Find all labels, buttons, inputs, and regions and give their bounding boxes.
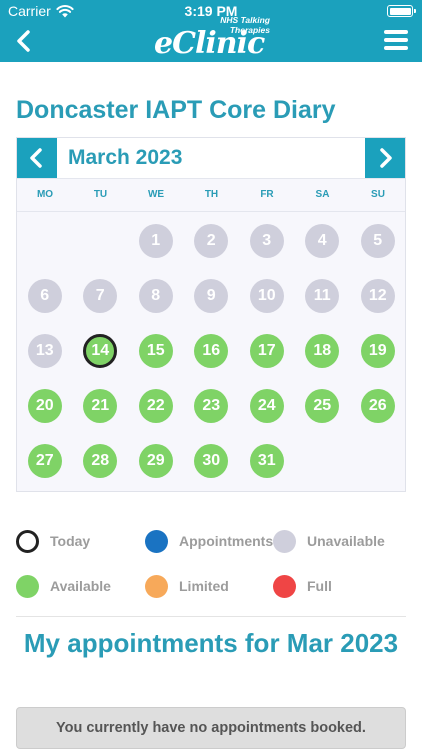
calendar-day-21[interactable]: 21 — [83, 389, 118, 423]
calendar-day-23[interactable]: 23 — [194, 389, 229, 423]
calendar-day-16[interactable]: 16 — [194, 334, 229, 368]
section-divider — [16, 616, 406, 617]
limited-dot-icon — [145, 575, 168, 598]
chevron-right-icon — [380, 148, 392, 168]
calendar-day-19[interactable]: 19 — [360, 334, 395, 368]
calendar-day-11: 11 — [305, 279, 340, 313]
previous-month-button[interactable] — [17, 138, 57, 178]
calendar-day-14[interactable]: 14 — [83, 334, 118, 368]
logo-subtitle-line2: Therapies — [229, 25, 270, 35]
calendar: March 2023 MO TU WE TH FR SA SU 1 2 3 4 5 6 7 8 9 10 11 1… — [16, 137, 406, 492]
weekday-label: TH — [204, 189, 219, 200]
battery-icon — [387, 5, 416, 17]
app-header: Carrier 3:19 PM eClinic NHS Talking Ther… — [0, 0, 422, 62]
calendar-day-3: 3 — [249, 224, 284, 258]
weekday-header-row: MO TU WE TH FR SA SU — [17, 178, 405, 212]
back-button[interactable] — [12, 28, 36, 54]
chevron-left-icon — [17, 30, 30, 52]
appointments-title: My appointments for Mar 2023 — [23, 628, 399, 658]
hamburger-menu-button[interactable] — [384, 30, 408, 52]
calendar-day-12: 12 — [360, 279, 395, 313]
legend-label: Limited — [179, 578, 229, 594]
weekday-label: FR — [260, 189, 274, 200]
month-label: March 2023 — [68, 146, 183, 169]
calendar-day-30[interactable]: 30 — [194, 444, 229, 478]
weekday-label: TU — [93, 189, 108, 200]
calendar-day-25[interactable]: 25 — [305, 389, 340, 423]
calendar-day-8: 8 — [138, 279, 173, 313]
calendar-day-24[interactable]: 24 — [249, 389, 284, 423]
weekday-label: SU — [371, 189, 385, 200]
logo-subtitle: NHS Talking Therapies — [210, 15, 270, 35]
eclinic-logo: eClinic NHS Talking Therapies — [154, 14, 270, 61]
today-marker-icon — [16, 530, 39, 553]
calendar-day-15[interactable]: 15 — [138, 334, 173, 368]
appointments-dot-icon — [145, 530, 168, 553]
app-screen: Carrier 3:19 PM eClinic NHS Talking Ther… — [0, 0, 422, 750]
legend-label: Unavailable — [307, 533, 385, 549]
calendar-day-27[interactable]: 27 — [27, 444, 62, 478]
logo-subtitle-line1: NHS Talking — [220, 15, 270, 25]
full-dot-icon — [273, 575, 296, 598]
weekday-label: MO — [36, 189, 54, 200]
legend-label: Today — [50, 533, 91, 549]
calendar-day-9: 9 — [194, 279, 229, 313]
calendar-day-13: 13 — [27, 334, 62, 368]
unavailable-dot-icon — [273, 530, 296, 553]
weekday-label: SA — [315, 189, 330, 200]
calendar-day-18[interactable]: 18 — [305, 334, 340, 368]
page-title: Doncaster IAPT Core Diary — [16, 96, 336, 124]
menu-bar-icon — [384, 46, 408, 50]
calendar-day-2: 2 — [194, 224, 229, 258]
calendar-day-6: 6 — [27, 279, 62, 313]
calendar-day-22[interactable]: 22 — [138, 389, 173, 423]
calendar-day-4: 4 — [305, 224, 340, 258]
calendar-day-5: 5 — [360, 224, 395, 258]
calendar-day-10: 10 — [249, 279, 284, 313]
menu-bar-icon — [384, 30, 408, 34]
weekday-label: WE — [147, 189, 165, 200]
calendar-day-29[interactable]: 29 — [138, 444, 173, 478]
menu-bar-icon — [384, 38, 408, 42]
chevron-left-icon — [30, 148, 42, 168]
calendar-day-1: 1 — [138, 224, 173, 258]
available-dot-icon — [16, 575, 39, 598]
legend-label: Appointments — [179, 533, 274, 549]
next-month-button[interactable] — [365, 138, 405, 178]
calendar-day-17[interactable]: 17 — [249, 334, 284, 368]
legend-label: Available — [50, 578, 111, 594]
calendar-day-20[interactable]: 20 — [27, 389, 62, 423]
calendar-day-28[interactable]: 28 — [83, 444, 118, 478]
calendar-header: March 2023 — [17, 138, 405, 178]
calendar-day-26[interactable]: 26 — [360, 389, 395, 423]
legend-label: Full — [307, 578, 332, 594]
no-appointments-message: You currently have no appointments booke… — [16, 707, 406, 749]
calendar-day-7: 7 — [83, 279, 118, 313]
calendar-day-31[interactable]: 31 — [249, 444, 284, 478]
